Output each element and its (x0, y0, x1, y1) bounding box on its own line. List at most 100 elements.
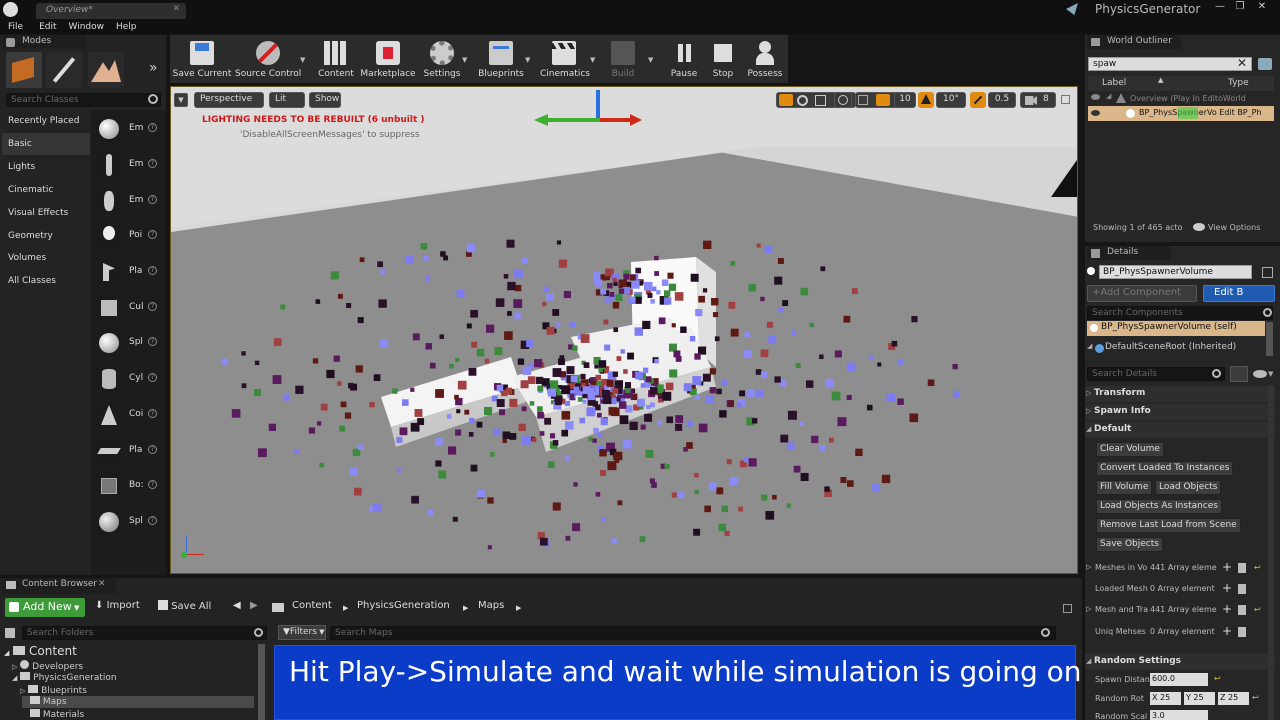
stop-button[interactable]: Stop (704, 38, 742, 82)
maximize-icon[interactable]: ❐ (1232, 1, 1248, 13)
world-space-icon[interactable] (834, 92, 852, 108)
close-tab-icon[interactable]: ✕ (172, 4, 180, 14)
gizmo-x-axis[interactable] (600, 118, 634, 122)
place-mode-icon[interactable] (6, 52, 42, 88)
grid-snap-icon[interactable] (876, 94, 890, 106)
load-objects-button[interactable]: Load Objects (1155, 480, 1222, 495)
menu-edit[interactable]: Edit (39, 20, 56, 35)
save-all-button[interactable]: Save All (158, 600, 211, 616)
property-matrix-icon[interactable] (1230, 366, 1248, 382)
blueprints-button[interactable]: Blueprints (478, 38, 524, 82)
camera-speed-button[interactable]: 8 (1020, 92, 1056, 108)
class-item-cube[interactable]: Cul? (92, 292, 164, 326)
reset-to-default-icon[interactable]: ↩ (1254, 605, 1261, 614)
clear-search-icon[interactable]: ✕ (1237, 56, 1247, 70)
search-maps-input[interactable]: Search Maps (330, 626, 1056, 640)
add-element-icon[interactable]: + (1222, 624, 1232, 638)
help-icon[interactable]: ? (148, 195, 157, 204)
outliner-search-input[interactable]: spaw (1088, 57, 1252, 71)
perspective-button[interactable]: Perspective (194, 92, 264, 108)
class-item-plane[interactable]: Pla? (92, 435, 164, 469)
category-volumes[interactable]: Volumes (2, 247, 90, 269)
section-default[interactable]: Default (1085, 422, 1275, 438)
details-scrollbar[interactable] (1268, 385, 1274, 720)
eye-icon[interactable] (1253, 370, 1267, 378)
breadcrumb-content[interactable]: Content (292, 600, 332, 616)
source-control-button[interactable]: Source Control (235, 38, 301, 82)
category-cinematic[interactable]: Cinematic (2, 179, 90, 201)
search-components-input[interactable]: Search Components (1087, 306, 1273, 320)
show-button[interactable]: Show (309, 92, 341, 108)
help-icon[interactable]: ? (148, 445, 157, 454)
label-column-header[interactable]: Label (1102, 78, 1126, 88)
category-all-classes[interactable]: All Classes (2, 270, 90, 292)
components-scrollbar[interactable] (1266, 322, 1273, 356)
property-random-rotation[interactable]: Random Rot X 25 Y 25 Z 25 ↩ (1086, 691, 1276, 711)
edit-blueprint-button[interactable]: Edit B (1203, 285, 1275, 302)
trash-icon[interactable] (1238, 563, 1246, 573)
help-icon[interactable]: ? (148, 123, 157, 132)
tree-item-materials[interactable]: Materials (30, 709, 84, 720)
breadcrumb-maps[interactable]: Maps (478, 600, 504, 616)
outliner-row-spawner[interactable]: BP_PhysSpawnerVo Edit BP_Ph (1088, 106, 1274, 121)
close-window-icon[interactable]: ✕ (1254, 1, 1270, 13)
help-icon[interactable]: ? (148, 230, 157, 239)
help-icon[interactable]: ? (148, 159, 157, 168)
tree-item-physicsgeneration[interactable]: ◢ PhysicsGeneration (12, 672, 117, 683)
save-objects-button[interactable]: Save Objects (1096, 537, 1163, 552)
scale-snap-value[interactable]: 0.5 (988, 92, 1016, 108)
tree-item-developers[interactable]: ▷ Developers (12, 660, 83, 672)
class-item-box-trigger[interactable]: Bo:? (92, 470, 164, 504)
menu-file[interactable]: File (8, 20, 23, 35)
property-uniq-meshes[interactable]: Uniq Mehses 0 Array element + (1086, 624, 1276, 644)
type-column-header[interactable]: Type (1228, 78, 1249, 88)
paint-mode-icon[interactable] (46, 52, 82, 88)
category-geometry[interactable]: Geometry (2, 225, 90, 247)
class-item-player-start[interactable]: Pla? (92, 256, 164, 290)
surface-snap-icon[interactable] (858, 95, 868, 105)
visibility-eye-icon[interactable] (1091, 110, 1100, 116)
add-element-icon[interactable]: + (1222, 560, 1232, 574)
trash-icon[interactable] (1238, 584, 1246, 594)
component-root-row[interactable]: DefaultSceneRoot (Inherited) (1087, 341, 1265, 356)
cinematics-dropdown-icon[interactable]: ▼ (590, 56, 595, 64)
help-icon[interactable]: ? (148, 480, 157, 489)
class-item-cylinder[interactable]: Cyl? (92, 363, 164, 397)
help-icon[interactable]: ? (148, 266, 157, 275)
reset-to-default-icon[interactable]: ↩ (1214, 674, 1221, 683)
marketplace-button[interactable]: Marketplace (360, 38, 416, 82)
lock-icon[interactable] (1262, 267, 1273, 278)
grid-snap-value[interactable]: 10 (894, 92, 916, 108)
help-icon[interactable]: ? (148, 373, 157, 382)
property-loaded-meshes[interactable]: Loaded Mesh 0 Array element + (1086, 581, 1276, 601)
tree-item-maps[interactable]: Maps (22, 696, 254, 708)
reset-to-default-icon[interactable]: ↩ (1252, 693, 1259, 702)
forward-arrow-icon[interactable]: ▶ (250, 600, 258, 616)
help-icon[interactable]: ? (148, 302, 157, 311)
expand-arrow-icon[interactable]: ◢ (1087, 342, 1092, 350)
content-button[interactable]: Content (316, 38, 356, 82)
close-tab-icon[interactable]: ✕ (98, 579, 106, 589)
property-meshes-in-volume[interactable]: ▷ Meshes in Vo 441 Array eleme + ↩ (1086, 560, 1276, 580)
lit-button[interactable]: Lit (269, 92, 305, 108)
scale-snap-icon[interactable] (970, 92, 986, 108)
landscape-mode-icon[interactable] (88, 52, 124, 88)
remove-last-load-button[interactable]: Remove Last Load from Scene (1096, 518, 1241, 533)
tree-item-content[interactable]: ◢ Content (4, 644, 77, 658)
trash-icon[interactable] (1238, 605, 1246, 615)
outliner-add-icon[interactable] (1258, 58, 1272, 70)
class-item-empty-actor[interactable]: Em? (92, 113, 164, 147)
reset-to-default-icon[interactable]: ↩ (1254, 563, 1261, 572)
import-button[interactable]: ⬇ Import (95, 600, 140, 616)
outliner-row-world[interactable]: ◢ Overview (Play In EditoWorld (1088, 92, 1274, 106)
spawn-distance-input[interactable]: 600.0 (1150, 673, 1208, 686)
class-item-cone[interactable]: Coi? (92, 399, 164, 433)
section-random-settings[interactable]: Random Settings (1085, 654, 1275, 670)
level-viewport[interactable] (170, 86, 1078, 574)
search-folders-input[interactable]: Search Folders (22, 626, 267, 640)
trash-icon[interactable] (1238, 627, 1246, 637)
viewport-options-icon[interactable]: ▼ (174, 93, 188, 107)
property-spawn-distance[interactable]: Spawn Distan 600.0 ↩ (1086, 672, 1276, 692)
rotation-z-input[interactable]: Z 25 (1218, 692, 1249, 705)
rotation-y-input[interactable]: Y 25 (1184, 692, 1215, 705)
